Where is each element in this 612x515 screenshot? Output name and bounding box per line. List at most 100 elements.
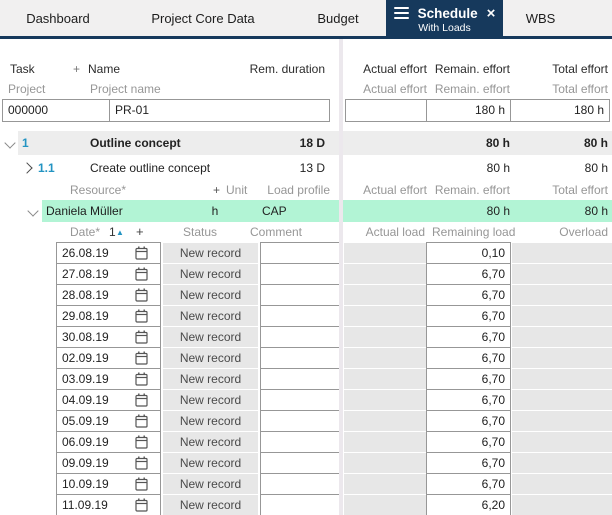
comment-field[interactable]	[260, 473, 340, 495]
actual-load-cell	[344, 285, 427, 305]
actual-load-cell	[344, 432, 427, 452]
tab-schedule[interactable]: Schedule × With Loads	[386, 0, 503, 39]
collapse-icon[interactable]	[4, 137, 15, 148]
remaining-load-field[interactable]: 6,70	[426, 263, 511, 285]
calendar-icon[interactable]	[135, 393, 148, 407]
comment-field[interactable]	[260, 284, 340, 306]
day-row: 02.09.19 New record 6,70	[0, 347, 612, 369]
remaining-load-field[interactable]: 6,70	[426, 347, 511, 369]
day-row: 05.09.19 New record 6,70	[0, 410, 612, 432]
calendar-icon[interactable]	[135, 267, 148, 281]
resource-name[interactable]: Daniela Müller	[46, 200, 123, 222]
calendar-icon[interactable]	[135, 498, 148, 512]
tab-dashboard[interactable]: Dashboard	[0, 0, 116, 36]
comment-field[interactable]	[260, 410, 340, 432]
comment-field[interactable]	[260, 326, 340, 348]
add-resource-icon[interactable]: +	[213, 182, 220, 198]
app-window: Dashboard Project Core Data Budget Sched…	[0, 0, 612, 515]
comment-field[interactable]	[260, 242, 340, 264]
add-column-icon[interactable]: +	[73, 59, 80, 79]
tab-bar: Dashboard Project Core Data Budget Sched…	[0, 0, 612, 36]
resource-row[interactable]: Daniela Müller h CAP 80 h 80 h	[0, 200, 612, 222]
day-row: 27.08.19 New record 6,70	[0, 263, 612, 285]
comment-field[interactable]	[260, 389, 340, 411]
remaining-load-field[interactable]: 6,70	[426, 410, 511, 432]
task-number[interactable]: 1.1	[38, 157, 55, 179]
comment-field[interactable]	[260, 452, 340, 474]
comment-field[interactable]	[260, 347, 340, 369]
comment-field[interactable]	[260, 494, 340, 515]
calendar-icon[interactable]	[135, 330, 148, 344]
calendar-icon[interactable]	[135, 288, 148, 302]
comment-field[interactable]	[260, 263, 340, 285]
remaining-load-field[interactable]: 6,70	[426, 431, 511, 453]
sort-asc-icon[interactable]: ▲	[116, 225, 124, 241]
overload-cell	[512, 453, 612, 473]
overload-cell	[512, 264, 612, 284]
calendar-icon[interactable]	[135, 309, 148, 323]
project-name-field[interactable]: PR-01	[109, 99, 330, 122]
project-remain-effort-field[interactable]: 180 h	[426, 99, 511, 122]
tab-label: WBS	[526, 11, 556, 26]
actual-load-cell	[344, 348, 427, 368]
calendar-icon[interactable]	[135, 372, 148, 386]
tab-sublabel: With Loads	[418, 22, 471, 34]
remaining-load-field[interactable]: 6,70	[426, 284, 511, 306]
status-cell: New record	[163, 411, 258, 431]
comment-field[interactable]	[260, 368, 340, 390]
remaining-load-field[interactable]: 6,70	[426, 452, 511, 474]
calendar-icon[interactable]	[135, 414, 148, 428]
calendar-icon[interactable]	[135, 246, 148, 260]
remaining-load-field[interactable]: 0,10	[426, 242, 511, 264]
actual-load-cell	[344, 474, 427, 494]
tab-label: Budget	[317, 11, 358, 26]
tab-project-core-data[interactable]: Project Core Data	[116, 0, 290, 36]
status-cell: New record	[163, 453, 258, 473]
remaining-load-field[interactable]: 6,70	[426, 389, 511, 411]
project-actual-effort-field[interactable]	[345, 99, 427, 122]
remaining-load-field[interactable]: 6,20	[426, 494, 511, 515]
sort-priority[interactable]: 1	[109, 224, 116, 240]
task-name[interactable]: Outline concept	[90, 131, 181, 155]
tab-budget[interactable]: Budget	[290, 0, 386, 36]
remaining-load-field[interactable]: 6,70	[426, 305, 511, 327]
collapse-icon[interactable]	[27, 205, 38, 216]
overload-cell	[512, 243, 612, 263]
col-name[interactable]: Name	[88, 59, 120, 79]
actual-load-cell	[344, 390, 427, 410]
project-total-effort-field[interactable]: 180 h	[510, 99, 610, 122]
expand-icon[interactable]	[21, 162, 32, 173]
tab-label: Project Core Data	[151, 11, 254, 26]
status-cell: New record	[163, 369, 258, 389]
task-row-1: 1 Outline concept 18 D 80 h 80 h	[0, 131, 612, 155]
remaining-load-field[interactable]: 6,70	[426, 368, 511, 390]
overload-cell	[512, 369, 612, 389]
col-status: Status	[183, 224, 217, 240]
col-task[interactable]: Task	[10, 59, 35, 79]
menu-icon[interactable]	[394, 7, 409, 20]
col-total-effort[interactable]: Total effort	[520, 59, 608, 79]
close-icon[interactable]: ×	[487, 6, 496, 21]
status-cell: New record	[163, 306, 258, 326]
actual-load-cell	[344, 306, 427, 326]
comment-field[interactable]	[260, 431, 340, 453]
comment-field[interactable]	[260, 305, 340, 327]
add-day-icon[interactable]: +	[136, 224, 144, 240]
remaining-load-field[interactable]: 6,70	[426, 326, 511, 348]
col-rem-duration[interactable]: Rem. duration	[230, 59, 325, 79]
calendar-icon[interactable]	[135, 456, 148, 470]
task-header-row: Task + Name Rem. duration Actual effort …	[0, 59, 612, 79]
task-name[interactable]: Create outline concept	[90, 157, 210, 179]
tab-wbs[interactable]: WBS	[503, 0, 578, 36]
task-number[interactable]: 1	[22, 131, 29, 155]
actual-load-cell	[344, 243, 427, 263]
calendar-icon[interactable]	[135, 351, 148, 365]
col-actual-effort[interactable]: Actual effort	[345, 59, 427, 79]
status-cell: New record	[163, 243, 258, 263]
remaining-load-field[interactable]: 6,70	[426, 473, 511, 495]
calendar-icon[interactable]	[135, 477, 148, 491]
project-id-field[interactable]: 000000	[2, 99, 110, 122]
calendar-icon[interactable]	[135, 435, 148, 449]
col-remain-effort[interactable]: Remain. effort	[425, 59, 510, 79]
actual-load-cell	[344, 327, 427, 347]
